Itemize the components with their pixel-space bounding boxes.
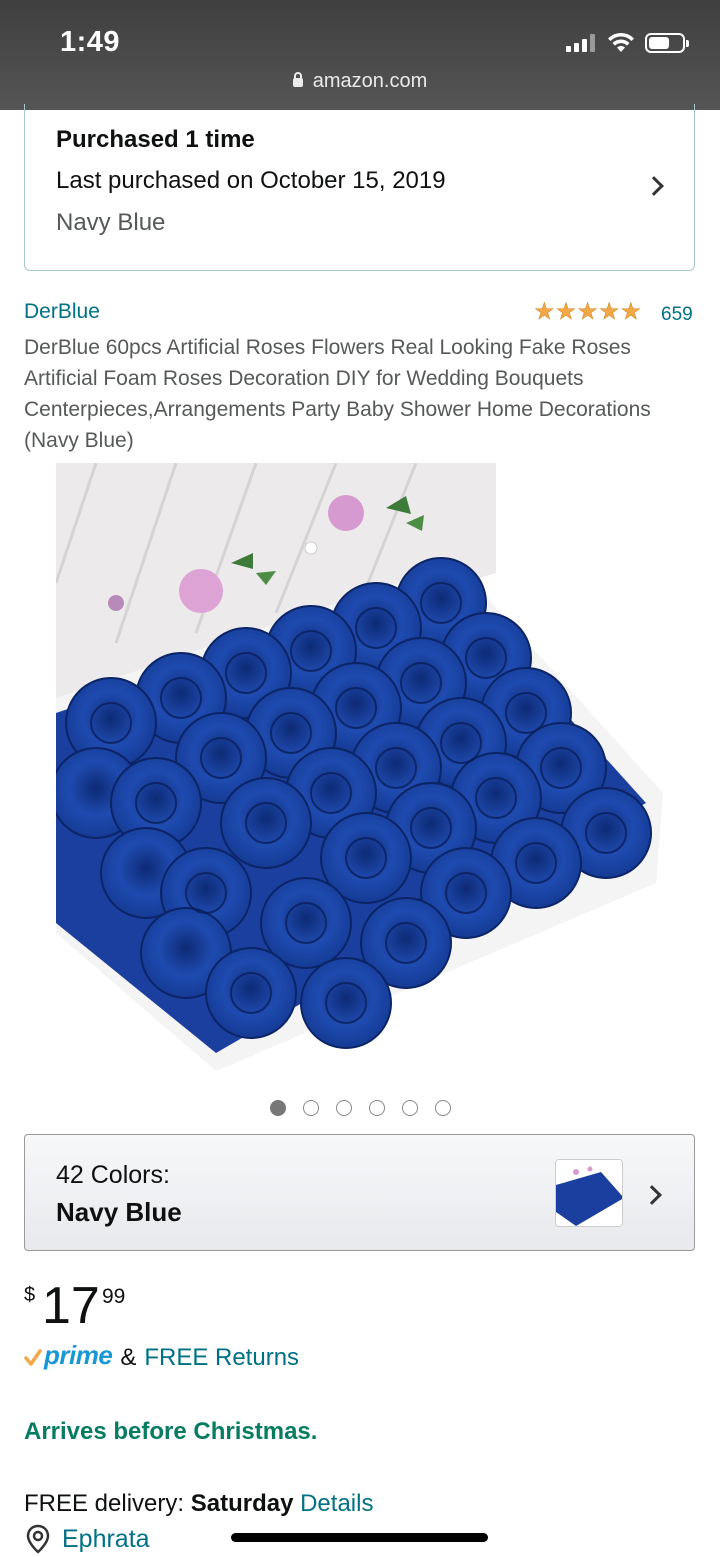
image-carousel-dots[interactable] [270, 1100, 451, 1116]
delivery-info: FREE delivery: Saturday Details [24, 1490, 373, 1518]
star-icon: ★ [620, 298, 642, 324]
selected-color: Navy Blue [56, 1197, 182, 1227]
delivery-location[interactable]: Ephrata [24, 1523, 150, 1555]
product-image[interactable] [56, 463, 663, 1071]
delivery-details-link[interactable]: Details [300, 1490, 373, 1517]
product-title: DerBlue 60pcs Artificial Roses Flowers R… [24, 336, 651, 452]
brand-link[interactable]: DerBlue [24, 300, 100, 324]
battery-icon [645, 33, 689, 53]
delivery-day: Saturday [190, 1490, 294, 1517]
color-selector[interactable]: 42 Colors: Navy Blue [24, 1134, 695, 1251]
rating-stars[interactable]: ★ ★ ★ ★ ★ [534, 298, 642, 324]
wifi-icon [608, 32, 634, 52]
roses-box-illustration [56, 463, 663, 1071]
prime-logo: prime [44, 1339, 113, 1370]
star-icon: ★ [555, 298, 577, 324]
purchased-color: Navy Blue [56, 209, 166, 236]
chevron-right-icon [644, 176, 664, 196]
location-name: Ephrata [62, 1524, 150, 1553]
carousel-dot[interactable] [369, 1100, 385, 1116]
location-pin-icon [26, 1524, 50, 1554]
star-icon: ★ [534, 298, 555, 324]
prime-check-icon [24, 1349, 42, 1366]
star-icon: ★ [577, 298, 598, 324]
rating-count-link[interactable]: 659 [661, 304, 693, 326]
star-icon: ★ [598, 298, 620, 324]
lock-icon [292, 72, 303, 87]
url-text: amazon.com [312, 70, 428, 92]
carousel-dot[interactable] [270, 1100, 286, 1116]
home-indicator[interactable] [231, 1533, 488, 1542]
price-whole: 17 [42, 1277, 100, 1335]
purchase-count: Purchased 1 time [56, 126, 255, 153]
status-time: 1:49 [60, 26, 121, 58]
last-purchased-date: Last purchased on October 15, 2019 [56, 167, 446, 194]
carousel-dot[interactable] [435, 1100, 451, 1116]
carousel-dot[interactable] [336, 1100, 352, 1116]
prime-amp: & [120, 1344, 137, 1371]
cellular-signal-icon [566, 34, 595, 52]
delivery-prefix: FREE delivery: [24, 1490, 185, 1517]
prime-row: prime & FREE Returns [24, 1340, 299, 1376]
carousel-dot[interactable] [303, 1100, 319, 1116]
arrives-message: Arrives before Christmas. [24, 1418, 318, 1445]
color-count-label: 42 Colors: [56, 1161, 170, 1189]
price-currency: $ [24, 1284, 36, 1306]
price-fraction: 99 [102, 1285, 126, 1308]
color-thumbnail [555, 1159, 623, 1227]
free-returns-link[interactable]: FREE Returns [144, 1344, 299, 1372]
carousel-dot[interactable] [402, 1100, 418, 1116]
address-bar[interactable]: amazon.com [0, 70, 720, 93]
chevron-right-icon [642, 1185, 662, 1205]
status-bar: 1:49 amazon.com [0, 0, 720, 110]
purchase-history-card[interactable]: Purchased 1 time Last purchased on Octob… [24, 104, 695, 271]
